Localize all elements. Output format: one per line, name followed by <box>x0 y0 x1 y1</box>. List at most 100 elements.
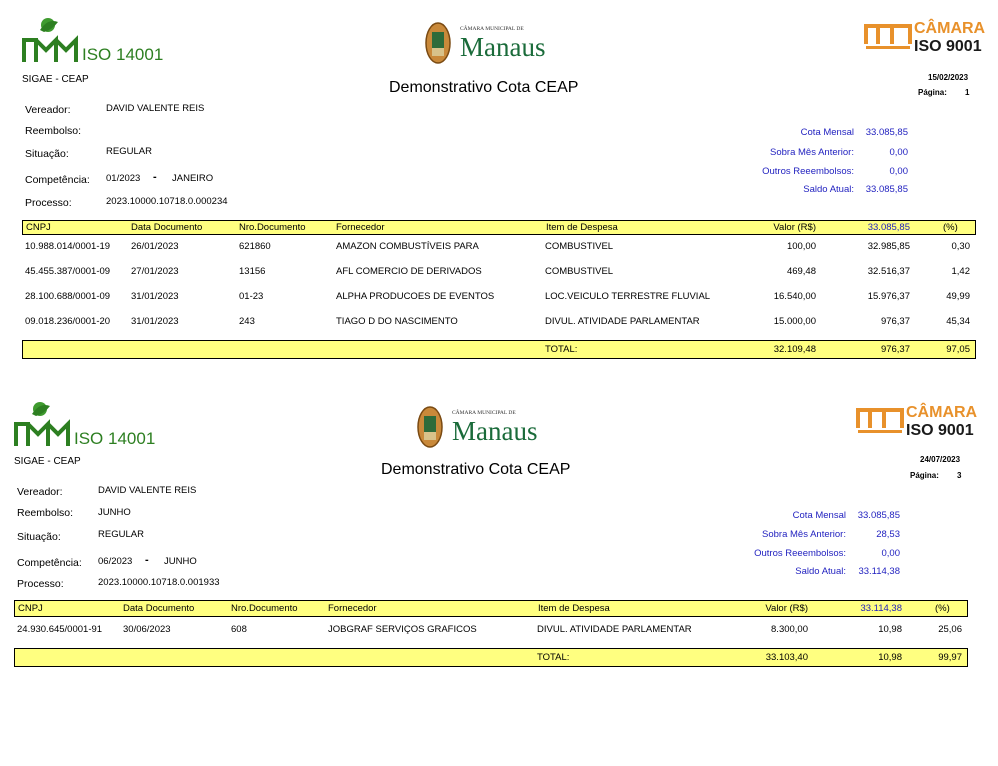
vereador-value: DAVID VALENTE REIS <box>106 103 205 114</box>
cell-item: LOC.VEICULO TERRESTRE FLUVIAL <box>545 291 711 302</box>
svg-text:CÂMARA: CÂMARA <box>914 18 986 37</box>
outros-reembolsos-value: 0,00 <box>881 548 901 559</box>
svg-text:Manaus: Manaus <box>460 32 545 62</box>
svg-text:CÂMARA MUNICIPAL DE: CÂMARA MUNICIPAL DE <box>452 408 516 416</box>
competencia-month: JUNHO <box>164 556 197 567</box>
saldo-atual-value: 33.085,85 <box>865 184 908 195</box>
competencia-value: 01/2023 <box>106 173 141 184</box>
cell-valor: 469,48 <box>786 266 816 277</box>
cell-data: 26/01/2023 <box>131 241 179 252</box>
report-date: 15/02/2023 <box>928 73 969 82</box>
total-valor: 32.109,48 <box>773 344 816 355</box>
cell-fornecedor: TIAGO D DO NASCIMENTO <box>336 316 458 327</box>
report-page-3: ISO 14001 CÂMARA MUNICIPAL DE Manaus CÂM… <box>14 400 978 760</box>
cell-nro: 13156 <box>239 266 266 277</box>
total-saldo: 10,98 <box>878 652 902 663</box>
cell-pct: 45,34 <box>946 316 970 327</box>
camara-manaus-logo: CÂMARA MUNICIPAL DE Manaus <box>425 22 545 64</box>
saldo-atual-value: 33.114,38 <box>858 566 900 577</box>
cell-data: 31/01/2023 <box>131 291 179 302</box>
competencia-separator: - <box>145 554 149 566</box>
cell-cnpj: 09.018.236/0001-20 <box>25 316 111 327</box>
total-pct: 99,97 <box>938 652 962 663</box>
total-bar <box>22 340 976 359</box>
col-saldo-header: 33.114,38 <box>860 603 902 614</box>
total-label: TOTAL: <box>537 652 570 663</box>
cota-mensal-label: Cota Mensal <box>792 510 846 521</box>
reembolso-label: Reembolso: <box>25 125 82 137</box>
cell-fornecedor: AFL COMERCIO DE DERIVADOS <box>336 266 482 277</box>
page-label: Página: <box>910 471 939 480</box>
col-pct-header: (%) <box>935 603 950 614</box>
col-nro-header: Nro.Documento <box>231 603 298 614</box>
competencia-label: Competência: <box>17 557 82 569</box>
col-fornecedor-header: Fornecedor <box>336 222 385 233</box>
outros-reembolsos-label: Outros Reeembolsos: <box>762 166 854 177</box>
situacao-label: Situação: <box>25 148 69 160</box>
svg-text:ISO 14001: ISO 14001 <box>82 45 163 64</box>
page-number: 1 <box>965 88 970 97</box>
cell-cnpj: 45.455.387/0001-09 <box>25 266 111 277</box>
document-title: Demonstrativo Cota CEAP <box>389 79 579 96</box>
col-item-header: Item de Despesa <box>538 603 610 614</box>
col-item-header: Item de Despesa <box>546 222 618 233</box>
cell-fornecedor: ALPHA PRODUCOES DE EVENTOS <box>336 291 495 302</box>
competencia-value: 06/2023 <box>98 556 133 567</box>
cell-pct: 1,42 <box>951 266 971 277</box>
col-fornecedor-header: Fornecedor <box>328 603 377 614</box>
document-title: Demonstrativo Cota CEAP <box>381 461 571 478</box>
cell-valor: 16.540,00 <box>773 291 816 302</box>
cell-item: COMBUSTIVEL <box>545 266 614 277</box>
competencia-month: JANEIRO <box>172 173 214 184</box>
cell-valor: 8.300,00 <box>771 624 808 635</box>
cell-nro: 621860 <box>239 241 271 252</box>
col-data-header: Data Documento <box>131 222 203 233</box>
cell-item: COMBUSTIVEL <box>545 241 614 252</box>
outros-reembolsos-label: Outros Reeembolsos: <box>754 548 846 559</box>
processo-label: Processo: <box>17 578 64 590</box>
competencia-label: Competência: <box>25 174 90 186</box>
iso-14001-logo: ISO 14001 <box>22 18 163 64</box>
vereador-label: Vereador: <box>25 104 71 116</box>
col-data-header: Data Documento <box>123 603 195 614</box>
page-label: Página: <box>918 88 947 97</box>
situacao-value: REGULAR <box>106 146 152 157</box>
page-number: 3 <box>957 471 962 480</box>
cell-saldo: 976,37 <box>880 316 910 327</box>
cell-valor: 100,00 <box>786 241 816 252</box>
svg-text:ISO 9001: ISO 9001 <box>914 38 982 55</box>
col-cnpj-header: CNPJ <box>18 603 43 614</box>
report-page-1: ISO 14001 CÂMARA MUNICIPAL DE Manaus CÂM… <box>22 16 986 376</box>
total-valor: 33.103,40 <box>765 652 808 663</box>
cell-nro: 01-23 <box>239 291 264 302</box>
cell-saldo: 32.985,85 <box>867 241 910 252</box>
sobra-mes-anterior-label: Sobra Mês Anterior: <box>770 147 854 158</box>
cell-cnpj: 24.930.645/0001-91 <box>17 624 103 635</box>
camara-iso-9001-logo: CÂMARA ISO 9001 <box>864 18 986 55</box>
report-date: 24/07/2023 <box>920 455 961 464</box>
saldo-atual-label: Saldo Atual: <box>803 184 854 195</box>
camara-manaus-logo: CÂMARA MUNICIPAL DE Manaus <box>417 406 537 448</box>
total-bar <box>14 648 968 667</box>
col-nro-header: Nro.Documento <box>239 222 306 233</box>
cell-pct: 49,99 <box>946 291 970 302</box>
system-name: SIGAE - CEAP <box>22 74 89 85</box>
cota-mensal-value: 33.085,85 <box>857 510 900 521</box>
cell-nro: 243 <box>239 316 255 327</box>
situacao-value: REGULAR <box>98 529 144 540</box>
col-cnpj-header: CNPJ <box>26 222 51 233</box>
cell-cnpj: 28.100.688/0001-09 <box>25 291 111 302</box>
system-name: SIGAE - CEAP <box>14 456 81 467</box>
outros-reembolsos-value: 0,00 <box>889 166 909 177</box>
col-valor-header: Valor (R$) <box>765 603 808 614</box>
competencia-separator: - <box>153 171 157 183</box>
vereador-value: DAVID VALENTE REIS <box>98 485 197 496</box>
cota-mensal-value: 33.085,85 <box>865 127 908 138</box>
cell-saldo: 32.516,37 <box>867 266 910 277</box>
sobra-mes-anterior-value: 28,53 <box>876 529 900 540</box>
sobra-mes-anterior-value: 0,00 <box>889 147 909 158</box>
col-pct-header: (%) <box>943 222 958 233</box>
vereador-label: Vereador: <box>17 486 63 498</box>
reembolso-value: JUNHO <box>98 507 131 518</box>
svg-text:CÂMARA MUNICIPAL DE: CÂMARA MUNICIPAL DE <box>460 24 524 32</box>
